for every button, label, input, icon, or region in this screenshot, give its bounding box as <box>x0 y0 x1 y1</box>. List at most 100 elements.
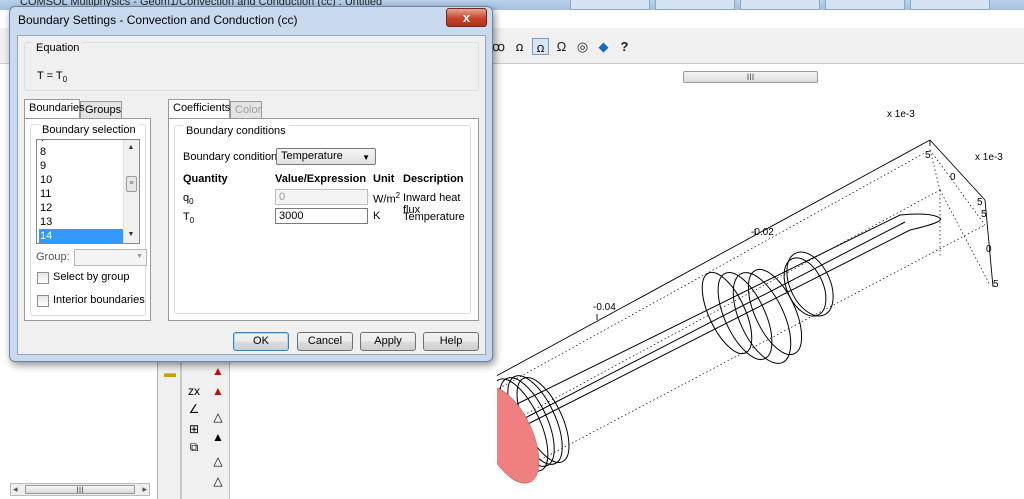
add-geometry-icon[interactable]: ⊞ <box>184 420 204 438</box>
quantity-q0: q0 <box>183 192 194 207</box>
tick-label: 0 <box>950 172 956 183</box>
tab-color[interactable]: Color <box>230 101 262 119</box>
copy-geometry-icon[interactable]: ⧉ <box>184 438 204 456</box>
scroll-down-icon[interactable]: ▼ <box>127 231 135 239</box>
list-item[interactable]: 13 <box>39 215 123 229</box>
rod-geometry <box>514 213 942 429</box>
tick-label: 5 <box>993 279 999 290</box>
model-tree-panel <box>0 362 158 499</box>
taskbar-tab[interactable] <box>570 0 650 10</box>
interior-boundaries-label: Interior boundaries <box>53 294 145 306</box>
description-t0: Temperature <box>403 211 465 223</box>
tick-label: -0.04 <box>593 302 616 313</box>
boundary-conditions-label: Boundary conditions <box>183 125 289 137</box>
axis-active-icon[interactable]: ꭥ <box>532 37 549 55</box>
tick-label: -0.02 <box>751 227 774 238</box>
axis-lines <box>497 139 994 377</box>
list-vertical-scrollbar[interactable]: ▲ ≡ ▼ <box>123 140 139 243</box>
taskbar-tab[interactable] <box>655 0 735 10</box>
geometry-canvas[interactable]: x 1e-3 x 1e-3 5 0 5 5 0 5 -0.02 -0.04 <box>497 86 1024 499</box>
dialog-body: Equation T = T0 Boundaries Groups Bounda… <box>17 35 486 355</box>
chevron-down-icon: ▼ <box>136 253 143 260</box>
taskbar-tab[interactable] <box>740 0 820 10</box>
list-item[interactable]: 11 <box>39 187 123 201</box>
tab-coefficients[interactable]: Coefficients <box>168 99 230 118</box>
header-value: Value/Expression <box>275 173 367 185</box>
tab-boundaries[interactable]: Boundaries <box>24 99 85 118</box>
ring-group-2 <box>701 251 834 364</box>
tick-label: 5 <box>925 150 931 161</box>
triangle-icon[interactable]: △ <box>208 472 228 490</box>
model-tree-horizontal-scrollbar[interactable]: ◂ III ▸ <box>10 483 150 496</box>
apply-button[interactable]: Apply <box>360 332 416 351</box>
sphere-icon[interactable]: ◎ <box>574 38 591 55</box>
coefficients-panel: Boundary conditions Boundary condition: … <box>168 118 479 321</box>
list-item[interactable]: 12 <box>39 201 123 215</box>
boundary-selection-group: Boundary selection 7 8 9 10 11 12 13 14 … <box>30 124 147 316</box>
select-by-group-checkbox[interactable] <box>37 272 49 284</box>
quantity-t0: T0 <box>183 211 195 226</box>
boundary-conditions-group: Boundary conditions Boundary condition: … <box>174 125 471 314</box>
dialog-title: Boundary Settings - Convection and Condu… <box>18 13 298 27</box>
close-button[interactable]: x <box>446 8 487 27</box>
axis-angle-icon[interactable]: ∠ <box>184 400 204 418</box>
equation-text: T = T0 <box>37 70 68 85</box>
group-select[interactable]: ▼ <box>74 249 147 266</box>
pyramid-icon[interactable]: ▲ <box>208 428 228 446</box>
list-item[interactable]: 8 <box>39 145 123 159</box>
tick-label: 5 <box>981 209 987 220</box>
cone-red-icon[interactable]: ▲ <box>208 362 228 380</box>
unit-q0: W/m2 <box>373 191 401 206</box>
tick-label: 5 <box>977 197 983 208</box>
scroll-up-icon[interactable]: ▲ <box>127 144 135 152</box>
q0-value-input[interactable]: 0 <box>275 189 368 205</box>
interior-boundaries-checkbox[interactable] <box>37 295 49 307</box>
ok-button[interactable]: OK <box>233 332 289 351</box>
close-icon: x <box>462 10 471 25</box>
boundary-selection-label: Boundary selection <box>39 124 139 136</box>
scroll-right-icon[interactable]: ▸ <box>142 484 147 495</box>
boundary-condition-label: Boundary condition: <box>183 151 281 163</box>
toolbar-divider <box>180 362 182 499</box>
axis-scale-label: x 1e-3 <box>887 109 915 120</box>
unit-t0: K <box>373 210 381 222</box>
equation-group: Equation T = T0 <box>24 42 479 91</box>
list-item-selected[interactable]: 14 <box>39 229 123 243</box>
header-description: Description <box>403 173 464 185</box>
omega-icon[interactable]: Ω <box>553 38 570 55</box>
boundary-settings-dialog: Boundary Settings - Convection and Condu… <box>9 6 493 362</box>
color-icon[interactable]: ◆ <box>595 38 612 55</box>
help-button[interactable]: Help <box>423 332 479 351</box>
zx-plane-icon[interactable]: zx <box>184 382 204 400</box>
header-unit: Unit <box>373 173 395 185</box>
triangle-icon[interactable]: △ <box>208 452 228 470</box>
cone-red-icon[interactable]: ▲ <box>208 382 228 400</box>
equation-label: Equation <box>33 42 83 54</box>
select-by-group-label: Select by group <box>53 271 130 283</box>
tetrahedron-icon[interactable]: △ <box>208 408 228 426</box>
boundaries-panel: Boundary selection 7 8 9 10 11 12 13 14 … <box>24 118 151 321</box>
t0-value-input[interactable]: 3000 <box>275 208 368 224</box>
axis-mirror-icon[interactable]: ꭥ <box>511 38 528 55</box>
axis-scale-label: x 1e-3 <box>975 152 1003 163</box>
taskbar-tab[interactable] <box>910 0 990 10</box>
help-icon[interactable]: ? <box>616 38 633 55</box>
scroll-left-icon[interactable]: ◂ <box>13 484 18 495</box>
taskbar-tabs <box>560 0 1024 10</box>
group-label: Group: <box>36 251 70 263</box>
header-quantity: Quantity <box>183 173 228 185</box>
scroll-thumb[interactable]: III <box>25 485 135 495</box>
boundary-list[interactable]: 7 8 9 10 11 12 13 14 ▲ ≡ ▼ <box>36 139 140 244</box>
taskbar-tab[interactable] <box>825 0 905 10</box>
canvas-horizontal-scrollbar[interactable]: III <box>683 71 818 83</box>
tick-label: 0 <box>986 244 992 255</box>
ruler-icon[interactable]: ▬ <box>160 364 180 382</box>
tab-groups[interactable]: Groups <box>80 101 122 119</box>
scroll-thumb[interactable]: ≡ <box>126 176 137 192</box>
boundary-condition-select[interactable]: Temperature ▼ <box>276 148 376 165</box>
cancel-button[interactable]: Cancel <box>297 332 353 351</box>
list-item[interactable]: 10 <box>39 173 123 187</box>
list-item[interactable]: 9 <box>39 159 123 173</box>
draw-toolbar: ▬ zx ∠ ⊞ ⧉ ▲ ▲ △ ▲ △ △ <box>158 360 230 499</box>
chevron-down-icon: ▼ <box>362 153 370 162</box>
